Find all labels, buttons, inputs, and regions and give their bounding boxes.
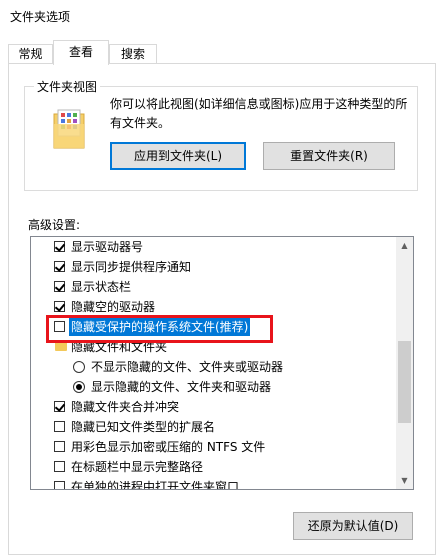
red-highlight-annotation — [46, 315, 273, 343]
folder-views-icon — [52, 108, 88, 150]
checkbox[interactable] — [54, 281, 66, 292]
checkbox[interactable] — [54, 441, 65, 452]
list-item[interactable]: 在标题栏中显示完整路径 — [31, 457, 397, 477]
apply-to-folders-button[interactable]: 应用到文件夹(L) — [110, 142, 246, 170]
checkbox[interactable] — [54, 241, 66, 252]
checkbox[interactable] — [54, 461, 65, 472]
checkbox[interactable] — [54, 301, 66, 312]
list-item[interactable]: 显示驱动器号 — [31, 237, 397, 257]
tab-view[interactable]: 查看 — [53, 40, 109, 65]
list-item[interactable]: 在单独的进程中打开文件夹窗口 — [31, 477, 397, 490]
radio-button[interactable] — [73, 361, 85, 373]
list-item-label: 隐藏空的驱动器 — [71, 300, 156, 314]
scroll-down-arrow-icon[interactable]: ▼ — [396, 472, 413, 489]
advanced-settings-list[interactable]: 显示驱动器号 显示同步提供程序通知 显示状态栏 隐藏空的驱动器 隐藏受保护的操作… — [30, 236, 414, 490]
list-item[interactable]: 用彩色显示加密或压缩的 NTFS 文件 — [31, 437, 397, 457]
list-item-label: 在标题栏中显示完整路径 — [71, 460, 204, 474]
list-item[interactable]: 显示状态栏 — [31, 277, 397, 297]
window-title: 文件夹选项 — [10, 10, 71, 24]
reset-folders-button[interactable]: 重置文件夹(R) — [263, 142, 395, 170]
vertical-scrollbar[interactable]: ▲ ▼ — [396, 237, 413, 489]
scroll-up-arrow-icon[interactable]: ▲ — [396, 237, 413, 254]
advanced-settings-label: 高级设置: — [28, 218, 81, 232]
list-item-label: 用彩色显示加密或压缩的 NTFS 文件 — [71, 440, 266, 454]
list-item[interactable]: 显示同步提供程序通知 — [31, 257, 397, 277]
checkbox[interactable] — [54, 481, 65, 489]
list-item[interactable]: 隐藏文件夹合并冲突 — [31, 397, 397, 417]
list-item[interactable]: 隐藏已知文件类型的扩展名 — [31, 417, 397, 437]
title-bar: 文件夹选项 — [0, 0, 444, 32]
checkbox[interactable] — [54, 421, 65, 432]
restore-defaults-button[interactable]: 还原为默认值(D) — [293, 512, 413, 540]
list-item-label: 不显示隐藏的文件、文件夹或驱动器 — [91, 360, 284, 374]
scrollbar-thumb[interactable] — [398, 341, 411, 423]
folder-options-window: 文件夹选项 常规 查看 搜索 文件夹视图 你可以将此视图(如详细信息或图标)应用… — [0, 0, 444, 558]
list-item-label: 显示状态栏 — [71, 280, 132, 294]
list-item-label: 隐藏文件夹合并冲突 — [71, 400, 180, 414]
folder-views-title: 文件夹视图 — [34, 78, 101, 95]
checkbox[interactable] — [54, 261, 66, 272]
list-item-label: 显示同步提供程序通知 — [71, 260, 192, 274]
radio-button[interactable] — [73, 381, 85, 393]
list-item-label: 显示驱动器号 — [71, 240, 144, 254]
list-item[interactable]: 隐藏空的驱动器 — [31, 297, 397, 317]
list-item-label: 在单独的进程中打开文件夹窗口 — [71, 480, 240, 490]
list-item-label: 显示隐藏的文件、文件夹和驱动器 — [91, 380, 272, 394]
tab-strip: 常规 查看 搜索 — [8, 40, 436, 65]
list-item[interactable]: 不显示隐藏的文件、文件夹或驱动器 — [31, 357, 397, 377]
checkbox[interactable] — [54, 401, 66, 412]
tab-search[interactable]: 搜索 — [109, 44, 157, 63]
folder-views-description: 你可以将此视图(如详细信息或图标)应用于这种类型的所有文件夹。 — [110, 97, 408, 130]
list-item-label: 隐藏已知文件类型的扩展名 — [71, 420, 216, 434]
tab-general[interactable]: 常规 — [8, 44, 53, 63]
list-item[interactable]: 显示隐藏的文件、文件夹和驱动器 — [31, 377, 397, 397]
